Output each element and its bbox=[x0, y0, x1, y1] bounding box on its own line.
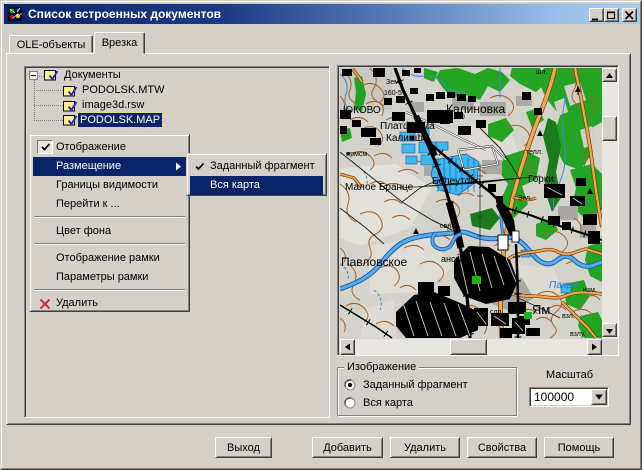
svg-text:Павловское: Павловское bbox=[341, 255, 408, 269]
svg-text:анская: анская bbox=[441, 254, 470, 264]
svg-text:Кали■ша: Кали■ша bbox=[386, 133, 429, 144]
svg-text:Горки: Горки bbox=[528, 174, 554, 185]
svg-text:Зел.: Зел. bbox=[518, 195, 532, 202]
svg-text:Зем ■ 160: Зем ■ 160 bbox=[432, 114, 465, 121]
svg-text:телл.: телл. bbox=[526, 149, 543, 156]
svg-text:свн.: свн. bbox=[440, 223, 453, 230]
svg-text:■рмсм.: ■рмсм. bbox=[346, 151, 369, 158]
svg-text:слп.: слп. bbox=[490, 309, 503, 316]
svg-text:Ям: Ям bbox=[532, 302, 550, 317]
svg-text:шп.: шп. bbox=[536, 69, 547, 76]
svg-text:Платформа: Платформа bbox=[380, 120, 435, 132]
svg-text:взлу.: взлу. bbox=[570, 331, 586, 338]
svg-text:Белеутово: Белеутово bbox=[432, 176, 481, 187]
svg-text:Малое Бранце: Малое Бранце bbox=[345, 182, 414, 193]
svg-text:нзм.: нзм. bbox=[583, 287, 597, 294]
svg-text:ЮКОВО: ЮКОВО bbox=[343, 105, 381, 116]
svg-text:Пахра: Пахра bbox=[549, 280, 578, 291]
svg-text:160-5: 160-5 bbox=[384, 90, 402, 97]
svg-text:Зем.: Зем. bbox=[386, 79, 401, 86]
svg-text:взл.: взл. bbox=[562, 313, 575, 320]
